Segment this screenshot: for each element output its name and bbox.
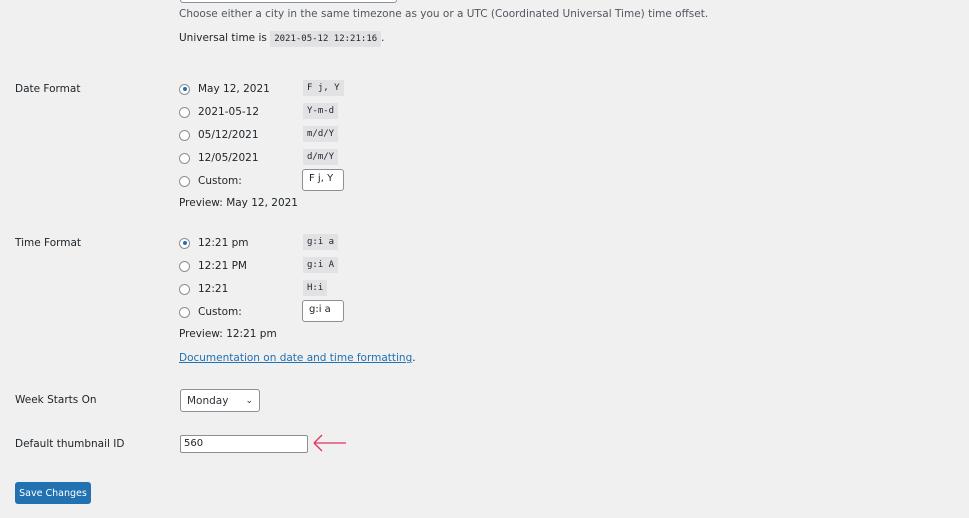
timezone-select[interactable] (180, 0, 397, 3)
format-code: m/d/Y (303, 126, 339, 142)
format-code: g:i A (303, 257, 339, 273)
format-code-text: F j, Y (303, 80, 344, 96)
format-code-text: d/m/Y (303, 149, 339, 165)
radio-icon[interactable] (179, 237, 190, 249)
timezone-help: Choose either a city in the same timezon… (179, 8, 709, 20)
date-format-label: Date Format (15, 83, 81, 95)
documentation-link[interactable]: Documentation on date and time formattin… (179, 352, 412, 364)
time-format-custom-radio[interactable]: Custom: (179, 304, 242, 320)
date-format-custom-input[interactable]: F j, Y (302, 169, 344, 191)
time-preview: Preview: 12:21 pm (179, 328, 277, 340)
arrow-left-icon (313, 434, 346, 452)
week-starts-label: Week Starts On (15, 394, 97, 406)
time-format-option[interactable]: 12:21 (179, 281, 228, 297)
option-label: May 12, 2021 (198, 83, 270, 95)
radio-icon[interactable] (179, 152, 190, 164)
radio-icon[interactable] (179, 129, 190, 141)
format-code-text: m/d/Y (303, 126, 339, 142)
period: . (412, 352, 416, 364)
time-format-label: Time Format (15, 237, 82, 249)
thumbnail-id-input[interactable]: 560 (180, 435, 308, 453)
date-format-option[interactable]: May 12, 2021 (179, 81, 270, 97)
format-code: F j, Y (303, 80, 344, 96)
preview-label: Preview: (179, 328, 223, 340)
doc-link-row: Documentation on date and time formattin… (179, 352, 416, 364)
universal-time-value: 2021-05-12 12:21:16 (270, 31, 382, 47)
format-code-text: Y-m-d (303, 103, 339, 119)
radio-icon[interactable] (179, 175, 190, 187)
time-format-option[interactable]: 12:21 PM (179, 258, 247, 274)
universal-time-label: Universal time is (179, 32, 267, 44)
format-code: d/m/Y (303, 149, 339, 165)
radio-icon[interactable] (179, 306, 190, 318)
preview-value: May 12, 2021 (226, 197, 298, 209)
time-format-option[interactable]: 12:21 pm (179, 235, 249, 251)
time-format-custom-input[interactable]: g:i a (302, 300, 344, 322)
week-starts-select[interactable]: Monday ⌄ (180, 389, 260, 412)
radio-icon[interactable] (179, 106, 190, 118)
option-label: 05/12/2021 (198, 129, 259, 141)
selected-value: Monday (187, 394, 229, 407)
universal-time: Universal time is 2021-05-12 12:21:16. (179, 31, 385, 47)
date-format-option[interactable]: 12/05/2021 (179, 150, 259, 166)
custom-label: Custom: (198, 306, 242, 318)
thumbnail-label: Default thumbnail ID (15, 438, 125, 450)
format-code: g:i a (303, 234, 339, 250)
date-format-custom-radio[interactable]: Custom: (179, 173, 242, 189)
period: . (381, 32, 385, 44)
option-label: 12:21 PM (198, 260, 247, 272)
preview-label: Preview: (179, 197, 223, 209)
radio-icon[interactable] (179, 283, 190, 295)
format-code-text: H:i (303, 280, 328, 296)
radio-icon[interactable] (179, 260, 190, 272)
option-label: 2021-05-12 (198, 106, 260, 118)
date-format-option[interactable]: 05/12/2021 (179, 127, 259, 143)
save-changes-button[interactable]: Save Changes (15, 482, 91, 504)
option-label: 12:21 (198, 283, 229, 295)
format-code-text: g:i a (303, 234, 339, 250)
option-label: 12/05/2021 (198, 152, 259, 164)
date-format-option[interactable]: 2021-05-12 (179, 104, 259, 120)
option-label: 12:21 pm (198, 237, 249, 249)
format-code: Y-m-d (303, 103, 339, 119)
chevron-down-icon: ⌄ (245, 395, 253, 406)
date-preview: Preview: May 12, 2021 (179, 197, 298, 209)
custom-label: Custom: (198, 175, 242, 187)
preview-value: 12:21 pm (226, 328, 277, 340)
radio-icon[interactable] (179, 83, 190, 95)
format-code: H:i (303, 280, 328, 296)
format-code-text: g:i A (303, 257, 339, 273)
